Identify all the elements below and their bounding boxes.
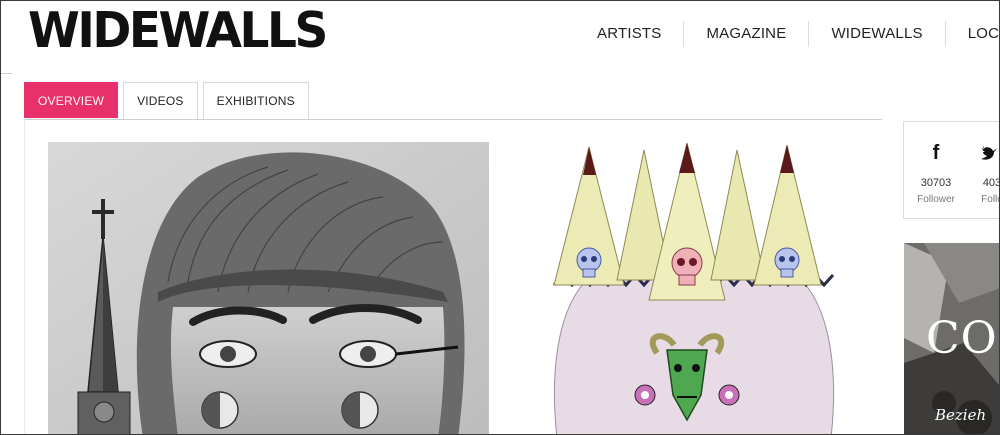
tab-overview[interactable]: OVERVIEW [24,82,119,118]
content-border [24,119,25,434]
tab-videos[interactable]: VIDEOS [123,82,198,120]
tab-exhibitions[interactable]: EXHIBITIONS [202,82,309,120]
twitter-follower-count: 403 [982,177,1000,189]
ad-subtitle: Bezieh [935,406,987,424]
svg-text:f: f [933,142,940,162]
ad-banner[interactable]: CO Bezieh [904,243,999,434]
header-divider [1,73,12,74]
nav-item-widewalls[interactable]: WIDEWALLS [808,21,944,47]
browser-viewport: WIDEWALLS ARTISTS MAGAZINE WIDEWALLS LOC… [0,0,1000,435]
facebook-follower-count: 30703 [920,177,952,189]
portrait-drawing [48,142,489,434]
nav-item-magazine[interactable]: MAGAZINE [683,21,808,47]
twitter-follower-label: Follo [981,194,999,205]
ad-title: CO [926,313,998,364]
tab-bar: OVERVIEW VIDEOS EXHIBITIONS [24,82,314,120]
nav-item-artists[interactable]: ARTISTS [575,21,683,47]
artwork-image-egg[interactable] [549,135,839,434]
main-nav: ARTISTS MAGAZINE WIDEWALLS LOCATO [575,21,999,47]
tab-bar-divider [24,119,882,120]
artwork-image-portrait[interactable] [48,142,489,434]
nav-item-locator[interactable]: LOCATO [944,21,999,47]
egg-illustration [552,142,835,434]
facebook-icon: f [933,142,940,162]
twitter-icon [981,146,997,160]
facebook-follower-label: Follower [917,194,955,205]
site-logo[interactable]: WIDEWALLS [28,6,328,55]
social-followers-box: f 30703 Follower 403 Follo [903,121,1000,219]
